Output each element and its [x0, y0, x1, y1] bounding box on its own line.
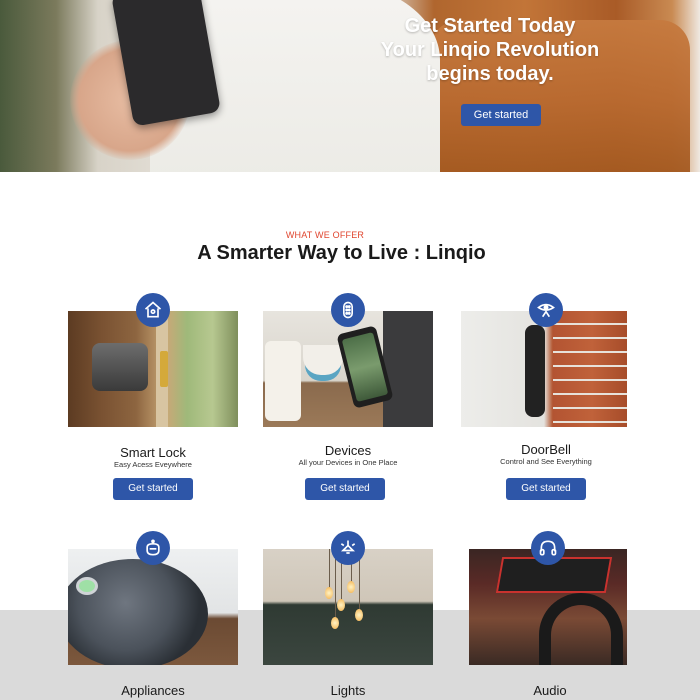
- appliances-photo: [68, 549, 238, 665]
- section-title: A Smarter Way to Live : Linqio: [197, 242, 486, 264]
- lamp-icon: [331, 531, 365, 565]
- card-subtitle: Control and See Everything: [500, 457, 592, 466]
- doorbell-photo: [461, 311, 627, 427]
- hero-get-started-button[interactable]: Get started: [461, 104, 541, 126]
- home-lock-icon: [136, 293, 170, 327]
- audio-photo: [469, 549, 627, 665]
- card-title: Lights: [330, 683, 366, 698]
- camera-eye-icon: [529, 293, 563, 327]
- card-title: Appliances: [121, 683, 185, 698]
- hero-headline: Get Started Today Your Linqio Revolution…: [360, 14, 620, 86]
- card-title: Audio: [533, 683, 567, 698]
- hero-line-3: begins today.: [426, 63, 554, 85]
- devices-photo: [263, 311, 433, 427]
- lights-photo: [263, 549, 433, 665]
- smart-lock-photo: [68, 311, 238, 427]
- section-eyebrow: WHAT WE OFFER: [285, 230, 365, 240]
- devices-get-started-button[interactable]: Get started: [305, 478, 385, 500]
- card-title: DoorBell: [521, 442, 571, 457]
- smart-lock-get-started-button[interactable]: Get started: [113, 478, 193, 500]
- hero-line-1: Get Started Today: [404, 15, 576, 37]
- remote-control-icon: [331, 293, 365, 327]
- hero-banner: Get Started Today Your Linqio Revolution…: [0, 0, 700, 172]
- headphones-icon: [531, 531, 565, 565]
- card-subtitle: All your Devices in One Place: [298, 458, 398, 467]
- robot-vacuum-icon: [136, 531, 170, 565]
- doorbell-get-started-button[interactable]: Get started: [506, 478, 586, 500]
- card-subtitle: Easy Acess Eveywhere: [114, 460, 192, 469]
- card-title: Devices: [324, 443, 372, 458]
- hero-line-2: Your Linqio Revolution: [380, 39, 600, 61]
- card-title: Smart Lock: [120, 445, 186, 460]
